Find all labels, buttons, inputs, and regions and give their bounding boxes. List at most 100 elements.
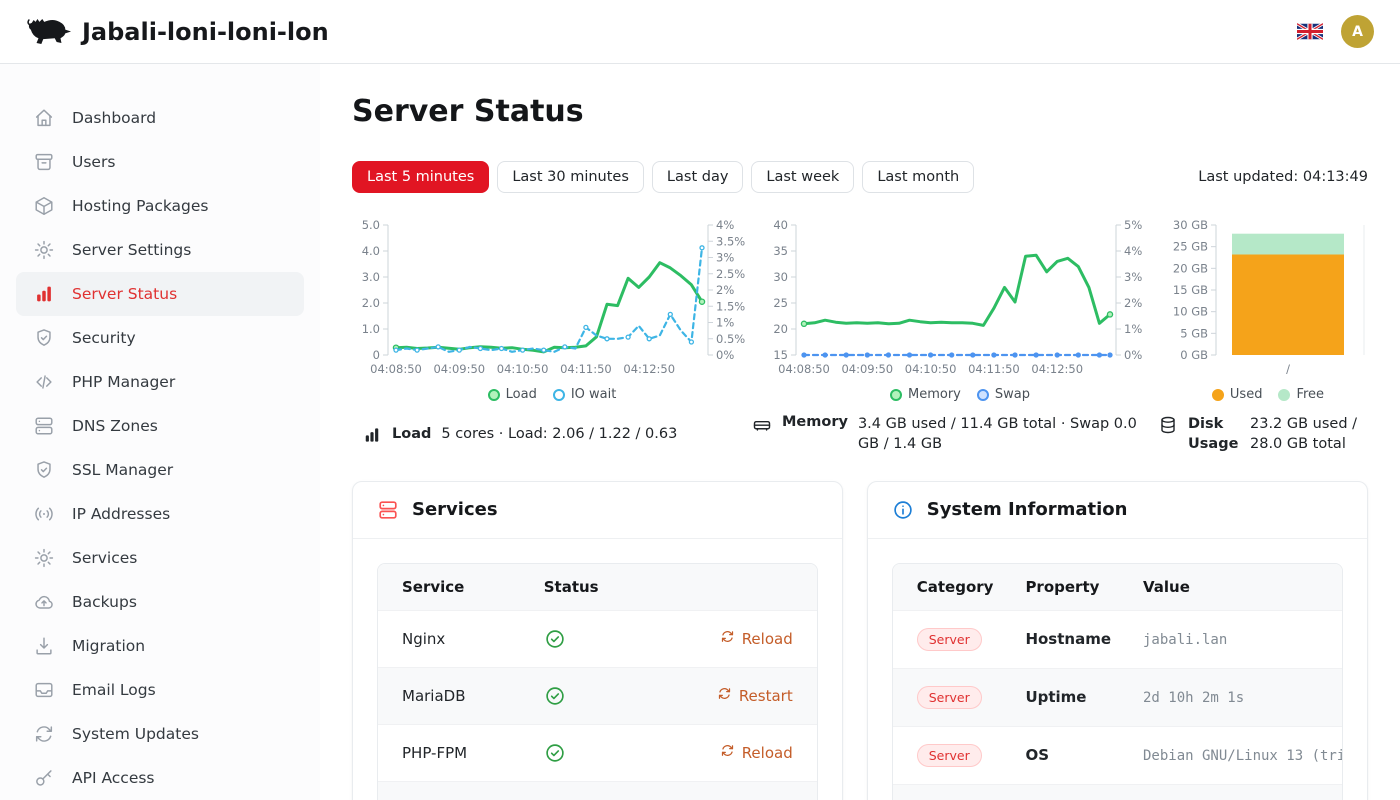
legend-item-io-wait: IO wait [553,387,617,402]
tab-last-month[interactable]: Last month [862,161,974,193]
sidebar-item-label: API Access [72,769,155,787]
sidebar-item-label: Server Settings [72,241,191,259]
bar-chart-icon [362,425,382,445]
svg-text:20: 20 [773,322,788,336]
refresh-icon [717,686,732,705]
property-name: Hostname [1009,610,1127,668]
svg-text:1%: 1% [716,316,734,330]
sidebar-item-users[interactable]: Users [16,140,304,184]
inbox-icon [33,679,55,701]
disk-usage-chart: 0 GB5 GB10 GB15 GB20 GB25 GB30 GB/UsedFr… [1168,215,1368,402]
disk-stat-label: Disk Usage [1188,414,1240,455]
svg-text:2.5%: 2.5% [716,267,745,281]
svg-text:30: 30 [773,270,788,284]
memory-stat-label: Memory [782,414,848,430]
category-badge: Server [917,686,982,709]
sidebar-item-dns-zones[interactable]: DNS Zones [16,404,304,448]
language-flag-icon[interactable] [1297,23,1323,40]
svg-text:5%: 5% [1124,218,1142,232]
tab-last-week[interactable]: Last week [751,161,854,193]
disk-stat-value: 23.2 GB used / 28.0 GB total [1250,414,1368,455]
svg-text:15: 15 [773,348,788,362]
gear-icon [33,239,55,261]
main-content: Server Status Last 5 minutesLast 30 minu… [320,64,1400,800]
status-ok-icon [544,628,636,650]
status-ok-icon [544,742,636,764]
load-stat-label: Load [392,426,431,442]
system-info-column-header: Value [1127,564,1342,611]
sidebar-item-migration[interactable]: Migration [16,624,304,668]
legend-item-swap: Swap [977,387,1030,402]
svg-text:4%: 4% [1124,244,1142,258]
property-value: 2d 10h 2m 1s [1143,690,1244,706]
reload-php-fpm-button[interactable]: Reload [720,743,793,762]
svg-text:04:10:50: 04:10:50 [497,362,549,376]
svg-text:04:09:50: 04:09:50 [433,362,485,376]
system-info-table: CategoryPropertyValue ServerHostnamejaba… [893,564,1342,800]
sidebar-item-server-settings[interactable]: Server Settings [16,228,304,272]
sidebar-item-ip-addresses[interactable]: IP Addresses [16,492,304,536]
load-chart: 01.02.03.04.05.00%0.5%1%1.5%2%2.5%3%3.5%… [352,215,752,402]
load-line [396,263,702,352]
svg-text:5 GB: 5 GB [1180,326,1208,340]
sidebar-item-ssl-manager[interactable]: SSL Manager [16,448,304,492]
refresh-icon [720,743,735,762]
sidebar-item-system-updates[interactable]: System Updates [16,712,304,756]
memory-line [804,255,1110,325]
tab-last-30-minutes[interactable]: Last 30 minutes [497,161,644,193]
services-column-header [652,564,817,611]
last-updated-label: Last updated: 04:13:49 [1198,169,1368,185]
home-icon [33,107,55,129]
user-avatar[interactable]: A [1341,15,1374,48]
svg-text:1.0: 1.0 [362,322,380,336]
legend-item-free: Free [1278,387,1324,402]
sidebar-item-label: Users [72,153,115,171]
database-icon [1158,415,1178,435]
sidebar-item-label: System Updates [72,725,199,743]
package-icon [33,195,55,217]
sidebar-item-label: Migration [72,637,145,655]
svg-text:0.5%: 0.5% [716,332,745,346]
svg-text:/: / [1286,362,1290,376]
boar-logo-icon [26,16,72,47]
sidebar-item-label: Services [72,549,137,567]
code-icon [33,371,55,393]
sidebar-item-api-access[interactable]: API Access [16,756,304,800]
system-info-column-header: Category [893,564,1010,611]
sidebar-item-label: SSL Manager [72,461,173,479]
category-badge: Server [917,628,982,651]
svg-text:0: 0 [373,348,380,362]
svg-text:2.0: 2.0 [362,296,380,310]
svg-text:1%: 1% [1124,322,1142,336]
sidebar-item-email-logs[interactable]: Email Logs [16,668,304,712]
sidebar-item-hosting-packages[interactable]: Hosting Packages [16,184,304,228]
server-stack-icon [33,415,55,437]
legend-item-memory: Memory [890,387,961,402]
load-stat-value: 5 cores · Load: 2.06 / 1.22 / 0.63 [441,426,677,442]
load-chart-legend: LoadIO wait [488,387,617,402]
page-title: Server Status [352,94,1368,129]
sidebar-item-backups[interactable]: Backups [16,580,304,624]
svg-text:04:09:50: 04:09:50 [841,362,893,376]
services-card: Services ServiceStatus NginxReloadMariaD… [352,481,843,800]
svg-text:5.0: 5.0 [362,218,380,232]
disk-free-bar [1232,234,1344,255]
sidebar-item-server-status[interactable]: Server Status [16,272,304,316]
service-name: PHP-FPM [378,724,528,781]
svg-text:0 GB: 0 GB [1180,348,1208,362]
sidebar-item-dashboard[interactable]: Dashboard [16,96,304,140]
svg-text:04:11:50: 04:11:50 [968,362,1020,376]
table-row-partial [893,784,1342,800]
sidebar-item-php-manager[interactable]: PHP Manager [16,360,304,404]
sidebar-item-security[interactable]: Security [16,316,304,360]
tab-last-day[interactable]: Last day [652,161,743,193]
tab-last-5-minutes[interactable]: Last 5 minutes [352,161,489,193]
sidebar-item-services[interactable]: Services [16,536,304,580]
restart-mariadb-button[interactable]: Restart [717,686,793,705]
load-chart-plot: 01.02.03.04.05.00%0.5%1%1.5%2%2.5%3%3.5%… [352,215,752,385]
svg-text:04:08:50: 04:08:50 [370,362,422,376]
shield-check-icon [33,327,55,349]
refresh-icon [720,629,735,648]
svg-text:0%: 0% [1124,348,1142,362]
reload-nginx-button[interactable]: Reload [720,629,793,648]
